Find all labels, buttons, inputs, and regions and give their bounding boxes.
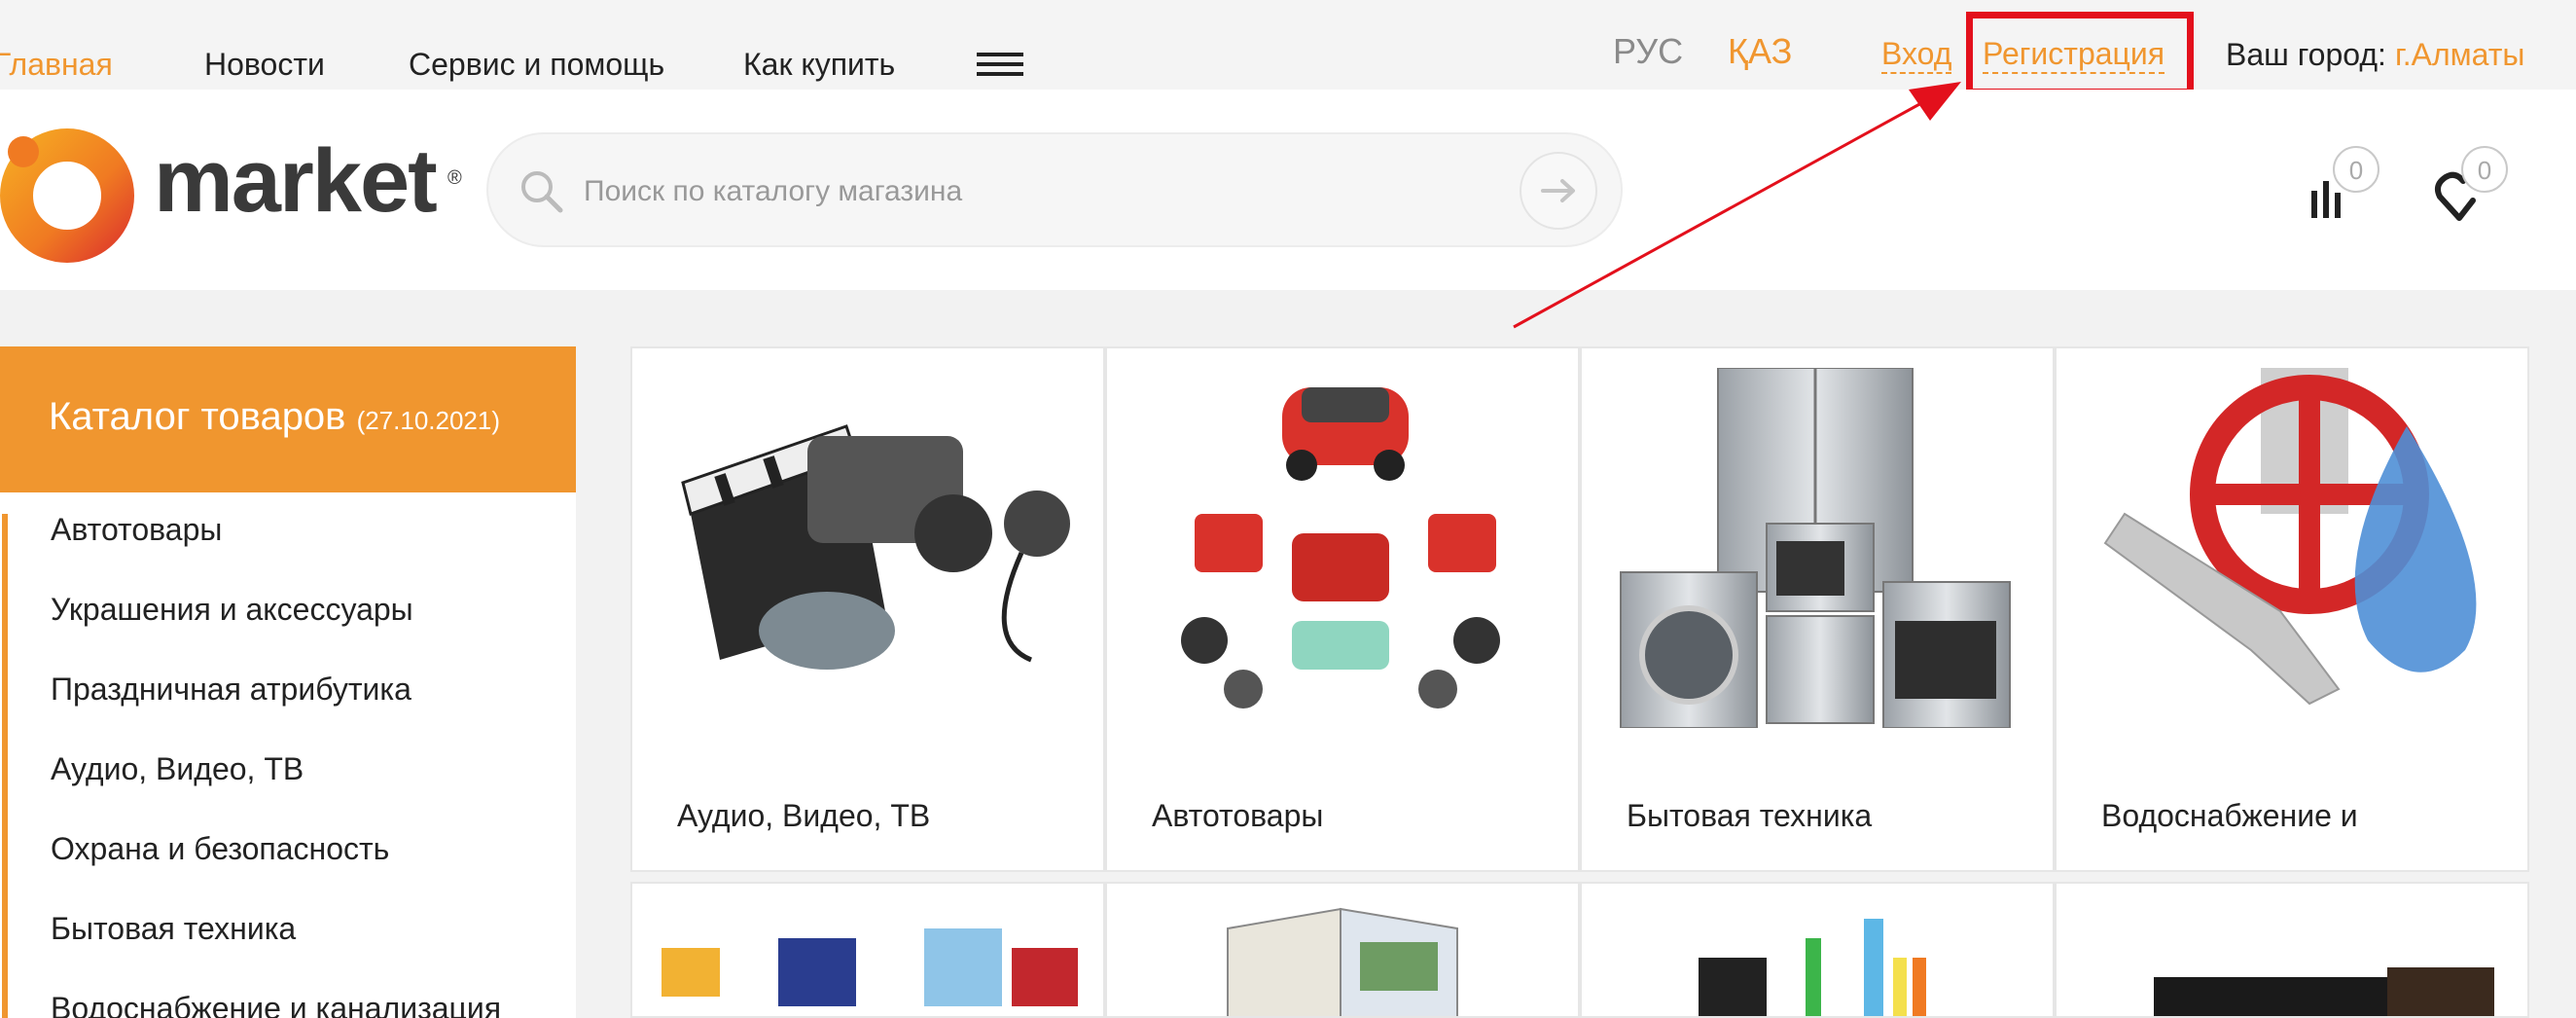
lang-kz-button[interactable]: ҚАЗ bbox=[1728, 31, 1792, 72]
logo-ring-icon[interactable] bbox=[0, 128, 134, 263]
nav-link-service[interactable]: Сервис и помощь bbox=[409, 47, 664, 83]
compare-count-badge: 0 bbox=[2333, 146, 2379, 193]
catalog-date: (27.10.2021) bbox=[356, 406, 501, 435]
search-submit-button[interactable] bbox=[1520, 152, 1597, 230]
category-card-books[interactable] bbox=[1105, 882, 1580, 1018]
catalog-title-row: Каталог товаров (27.10.2021) bbox=[49, 395, 500, 439]
favorites-button[interactable]: 0 bbox=[2434, 146, 2522, 234]
logo-text[interactable]: market bbox=[154, 130, 438, 233]
site-header: market ® 0 0 bbox=[0, 90, 2576, 290]
lang-ru-button[interactable]: РУС bbox=[1613, 31, 1683, 72]
sidebar-item-holiday[interactable]: Праздничная атрибутика bbox=[51, 672, 411, 708]
category-card-label: Автотовары bbox=[1152, 798, 1324, 833]
search-icon bbox=[521, 171, 563, 213]
stationery-image bbox=[1699, 919, 1926, 1016]
category-card-children[interactable] bbox=[630, 882, 1105, 1018]
category-card-computers[interactable] bbox=[2055, 882, 2529, 1018]
sidebar-item-security[interactable]: Охрана и безопасность bbox=[51, 831, 389, 867]
car-parts-image bbox=[1181, 387, 1500, 709]
search-bar bbox=[486, 132, 1623, 247]
book-image bbox=[1227, 907, 1458, 1016]
login-link[interactable]: Вход bbox=[1881, 35, 1952, 74]
water-valve-image bbox=[2103, 368, 2477, 706]
category-card-label: Бытовая техника bbox=[1627, 798, 1873, 833]
compare-button[interactable]: 0 bbox=[2304, 146, 2391, 234]
sidebar-item-audio-video[interactable]: Аудио, Видео, ТВ bbox=[51, 751, 304, 787]
video-camera-clapperboard-image bbox=[681, 424, 1070, 670]
city-selector[interactable]: г.Алматы bbox=[2395, 37, 2524, 73]
baby-furniture-image bbox=[662, 928, 1078, 1006]
category-card-auto[interactable]: Автотовары bbox=[1105, 346, 1580, 872]
hamburger-menu-icon[interactable] bbox=[977, 53, 1023, 78]
sidebar-item-water[interactable]: Водоснабжение и канализация bbox=[51, 991, 501, 1018]
catalog-title: Каталог товаров bbox=[49, 395, 346, 438]
nav-link-news[interactable]: Новости bbox=[204, 47, 325, 83]
sidebar-item-auto[interactable]: Автотовары bbox=[51, 512, 222, 548]
home-appliances-image bbox=[1620, 368, 2011, 728]
logo-registered-mark: ® bbox=[447, 167, 462, 189]
catalog-header[interactable]: Каталог товаров (27.10.2021) bbox=[0, 346, 576, 492]
favorites-count-badge: 0 bbox=[2461, 146, 2508, 193]
category-card-water[interactable]: Водоснабжение и bbox=[2055, 346, 2529, 872]
nav-link-home[interactable]: Главная bbox=[0, 47, 113, 83]
category-card-label: Водоснабжение и bbox=[2101, 798, 2358, 833]
catalog-sidebar: Автотовары Украшения и аксессуары Праздн… bbox=[0, 492, 576, 1018]
category-card-audio-video[interactable]: Аудио, Видео, ТВ bbox=[630, 346, 1105, 872]
category-card-label: Аудио, Видео, ТВ bbox=[677, 798, 931, 833]
category-card-stationery[interactable] bbox=[1580, 882, 2055, 1018]
search-input[interactable] bbox=[582, 162, 1461, 222]
sidebar-item-appliances[interactable]: Бытовая техника bbox=[51, 911, 296, 947]
sidebar-item-jewelry[interactable]: Украшения и аксессуары bbox=[51, 592, 413, 628]
arrow-right-icon bbox=[1541, 179, 1575, 202]
city-label: Ваш город: bbox=[2226, 37, 2386, 72]
monitor-image bbox=[2154, 967, 2494, 1016]
register-highlight-box bbox=[1966, 12, 2194, 95]
category-card-appliances[interactable]: Бытовая техника bbox=[1580, 346, 2055, 872]
nav-link-how-to-buy[interactable]: Как купить bbox=[743, 47, 895, 83]
